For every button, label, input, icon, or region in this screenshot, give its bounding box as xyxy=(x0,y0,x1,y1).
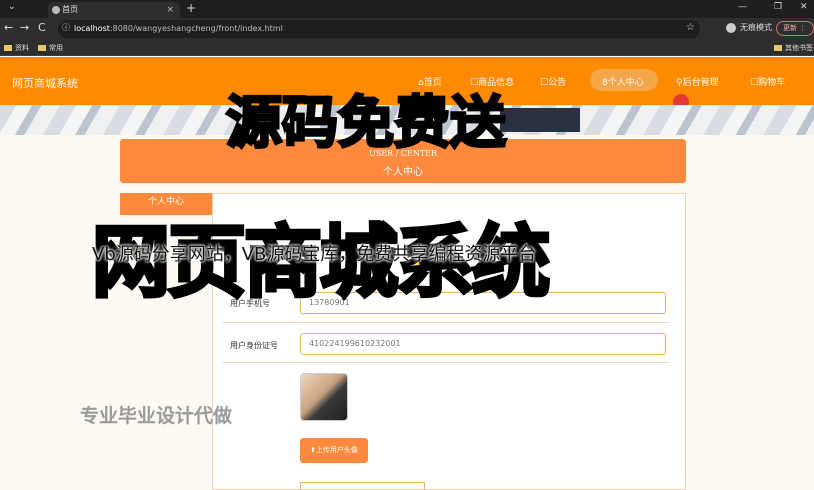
favicon-icon xyxy=(52,6,60,14)
id-card-input[interactable]: 410224199610232001 xyxy=(300,333,666,355)
site-info-icon[interactable]: ⓘ xyxy=(62,22,70,33)
url-path: :8080/wangyeshangcheng/front/index.html xyxy=(109,24,283,33)
row-divider xyxy=(222,322,670,323)
bookmark-folder-1[interactable]: 资料 xyxy=(4,43,29,53)
nav-cart[interactable]: ☐购物车 xyxy=(750,75,785,88)
screen: 首页 × + — ❐ ✕ ⌄ ← → C ⓘ localhost:8080/wa… xyxy=(0,0,814,490)
bookmark-label: 资料 xyxy=(15,44,29,52)
banner-dark-area xyxy=(500,108,580,132)
tab-search-icon[interactable]: ⌄ xyxy=(8,2,16,12)
nav-notice[interactable]: ☐公告 xyxy=(540,75,566,88)
profile-button[interactable]: 无痕模式 xyxy=(726,22,772,33)
row-divider xyxy=(222,362,670,363)
close-window-icon[interactable]: ✕ xyxy=(800,2,808,12)
site-logo[interactable]: 网页商城系统 xyxy=(12,75,78,91)
tab-close-icon[interactable]: × xyxy=(166,2,174,18)
back-icon[interactable]: ← xyxy=(4,21,13,34)
maximize-icon[interactable]: ❐ xyxy=(774,2,782,12)
minimize-icon[interactable]: — xyxy=(738,2,747,12)
url-host: localhost xyxy=(74,24,110,33)
folder-icon xyxy=(38,45,46,51)
folder-icon xyxy=(774,45,782,51)
avatar-photo xyxy=(300,373,348,421)
id-card-label: 用户身份证号 xyxy=(230,341,278,350)
nav-user-center[interactable]: 8个人中心 xyxy=(602,75,644,88)
bookmarks-bar xyxy=(0,40,814,56)
section-title-cn: 个人中心 xyxy=(383,167,423,178)
url-text: localhost:8080/wangyeshangcheng/front/in… xyxy=(74,24,283,33)
bookmark-folder-2[interactable]: 常用 xyxy=(38,43,63,53)
reload-icon[interactable]: C xyxy=(38,21,46,34)
overlay-top-text: 源码免费送 xyxy=(225,90,508,158)
watermark-text: Vb源码分享网站，VB源码宝库，免费共享编程资源平台 xyxy=(92,244,537,265)
other-bookmarks-label: 其他书签 xyxy=(785,44,813,52)
tab-title: 首页 xyxy=(62,5,78,14)
new-tab-button[interactable]: + xyxy=(186,1,196,15)
upload-avatar-button[interactable]: ⬆上传用户头像 xyxy=(300,438,368,463)
bookmark-star-icon[interactable]: ☆ xyxy=(686,22,695,33)
update-button[interactable]: 更新 ⋮ xyxy=(776,21,814,36)
folder-icon xyxy=(4,45,12,51)
overlay-left-text: 专业毕业设计代做 xyxy=(80,405,233,427)
profile-label: 无痕模式 xyxy=(740,23,772,32)
browser-tab[interactable]: 首页 × xyxy=(48,2,180,18)
nav-admin[interactable]: ⚲后台管理 xyxy=(676,75,719,88)
forward-icon[interactable]: → xyxy=(20,21,29,34)
avatar-icon xyxy=(726,22,736,33)
next-field[interactable] xyxy=(300,482,425,490)
bookmark-label: 常用 xyxy=(49,44,63,52)
other-bookmarks[interactable]: 其他书签 xyxy=(774,43,813,53)
